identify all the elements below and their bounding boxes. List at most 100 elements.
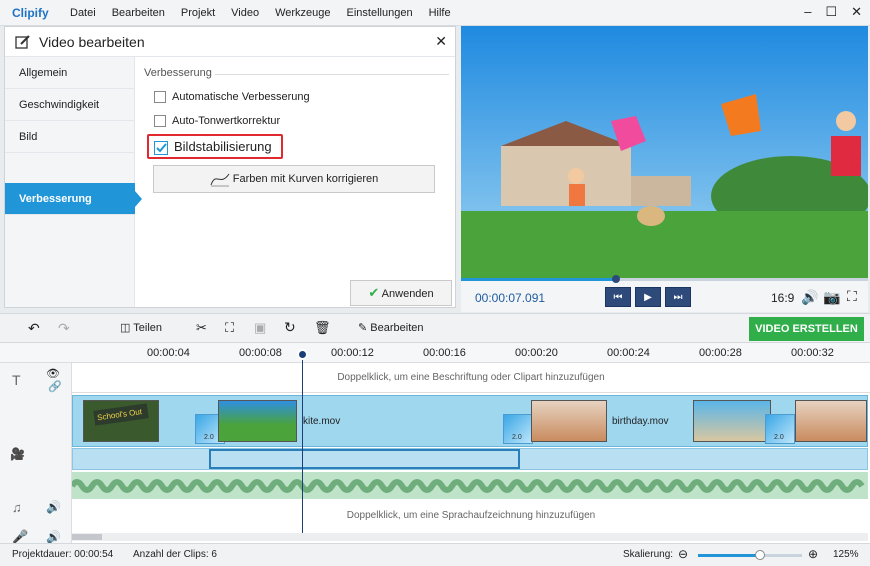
previous-frame-button[interactable]: ⏮ [605, 287, 631, 307]
player-controls: 00:00:07.091 ⏮ ▶ ⏭ 16:9 🔊 📷 ⛶ [461, 275, 868, 312]
close-window-button[interactable]: ✕ [851, 4, 862, 20]
panel-close-button[interactable]: ✕ [435, 33, 447, 50]
checkbox[interactable] [154, 115, 166, 128]
zoom-out-icon[interactable]: ⊖ [678, 547, 688, 561]
option-stabilization[interactable]: Bildstabilisierung [154, 139, 272, 155]
clip-count-value: 6 [211, 549, 217, 560]
tick-label: 00:00:04 [147, 347, 190, 359]
edit-button[interactable]: ✎ Bearbeiten [358, 321, 424, 334]
section-title: Verbesserung [144, 67, 212, 79]
option-auto-enhance[interactable]: Automatische Verbesserung [154, 91, 310, 104]
undo-icon[interactable]: ↶ [28, 320, 40, 337]
tick-label: 00:00:08 [239, 347, 282, 359]
menu-video[interactable]: Video [223, 7, 267, 19]
checkbox-checked[interactable] [154, 140, 168, 155]
clip-thumbnail-school[interactable]: School's Out [83, 400, 159, 442]
checkbox[interactable] [154, 91, 166, 104]
text-track-icon: T [12, 372, 21, 388]
text-track[interactable]: Doppelklick, um eine Beschriftung oder C… [72, 363, 870, 393]
voice-track[interactable]: Doppelklick, um eine Sprachaufzeichnung … [72, 501, 870, 531]
delete-icon[interactable]: 🗑 [314, 320, 331, 336]
minimize-button[interactable]: – [804, 4, 811, 20]
tab-bild[interactable]: Bild [5, 121, 135, 153]
clip-count-label: Anzahl der Clips: [133, 549, 209, 560]
voice-track-hint: Doppelklick, um eine Sprachaufzeichnung … [346, 510, 596, 521]
tab-geschwindigkeit[interactable]: Geschwindigkeit [5, 89, 135, 121]
tick-label: 00:00:24 [607, 347, 650, 359]
scrollbar-thumb[interactable] [72, 534, 102, 540]
option-auto-levels[interactable]: Auto-Tonwertkorrektur [154, 115, 280, 128]
rotate-icon[interactable]: ↻ [284, 319, 296, 336]
transition-duration: 2.0 [512, 434, 522, 441]
option-label: Automatische Verbesserung [172, 91, 310, 103]
text-track-hint: Doppelklick, um eine Beschriftung oder C… [337, 372, 605, 383]
seek-fill [461, 278, 616, 281]
tick-label: 00:00:32 [791, 347, 834, 359]
eye-icon[interactable]: 👁 [46, 367, 60, 380]
maximize-button[interactable]: ☐ [825, 4, 837, 20]
menu-einstellungen[interactable]: Einstellungen [339, 7, 421, 19]
menu-projekt[interactable]: Projekt [173, 7, 223, 19]
edit-toolbar: ↶ ↷ ◫ Teilen ✂ ⛶ ▣ ↻ 🗑 ✎ Bearbeiten VIDE… [0, 313, 870, 343]
next-frame-button[interactable]: ⏭ [665, 287, 691, 307]
curves-button-label: Farben mit Kurven korrigieren [232, 173, 379, 185]
curves-button[interactable]: Farben mit Kurven korrigieren [153, 165, 435, 193]
menu-bearbeiten[interactable]: Bearbeiten [104, 7, 173, 19]
edit-pencil-icon: ✎ [358, 322, 368, 334]
duration-value: 00:00:54 [74, 549, 114, 560]
snapshot-icon[interactable]: 📷 [823, 289, 840, 306]
fullscreen-icon[interactable]: ⛶ [847, 288, 857, 305]
selected-clip-range[interactable] [209, 449, 520, 469]
checkmark-icon [156, 142, 167, 153]
redo-icon[interactable]: ↷ [58, 320, 70, 337]
split-button[interactable]: ◫ Teilen [120, 321, 162, 334]
tick-label: 00:00:16 [423, 347, 466, 359]
clip-count: Anzahl der Clips: 6 [133, 549, 217, 560]
time-display: 00:00:07.091 [475, 291, 546, 305]
video-track[interactable]: School's Out 2.0 kite.mov 2.0 birthday.m… [72, 395, 868, 447]
apply-button[interactable]: ✔ Anwenden [350, 280, 452, 306]
tab-allgemein[interactable]: Allgemein [5, 57, 135, 89]
volume-icon[interactable]: 🔊 [801, 289, 818, 306]
clip-thumbnail-birthday[interactable] [531, 400, 607, 442]
window-controls: – ☐ ✕ [804, 4, 862, 20]
cut-icon[interactable]: ✂ [196, 320, 207, 336]
zoom-in-icon[interactable]: ⊕ [808, 547, 818, 561]
music-volume-icon[interactable]: 🔊 [46, 500, 61, 514]
tick-label: 00:00:28 [699, 347, 742, 359]
create-video-button[interactable]: VIDEO ERSTELLEN [749, 317, 864, 341]
zoom-label: Skalierung: [623, 549, 674, 560]
menu-datei[interactable]: Datei [62, 7, 104, 19]
menu-werkzeuge[interactable]: Werkzeuge [267, 7, 338, 19]
play-button[interactable]: ▶ [635, 287, 661, 307]
music-track[interactable] [69, 472, 868, 499]
aspect-ratio[interactable]: 16:9 [771, 291, 794, 305]
check-icon: ✔ [368, 285, 380, 300]
zoom-slider-fill [698, 554, 761, 557]
playhead-handle[interactable] [297, 349, 308, 360]
time-ruler[interactable]: 00:00:04 00:00:08 00:00:12 00:00:16 00:0… [0, 343, 870, 363]
clip-label-kite: kite.mov [303, 416, 341, 427]
clip-effects-row[interactable] [72, 448, 868, 470]
clip-label-birthday: birthday.mov [612, 416, 669, 427]
crop-icon[interactable]: ⛶ [225, 320, 234, 336]
video-track-icon: 🎥 [10, 447, 25, 461]
edit-icon [15, 35, 30, 49]
track-headers: T 👁 🔗 🎥 ♫ 🔊 🎤 🔊 [0, 363, 72, 544]
video-preview[interactable] [461, 26, 868, 278]
duration-label: Projektdauer: [12, 549, 72, 560]
zoom-value: 125% [833, 549, 859, 560]
app-logo: Clipify [12, 6, 49, 20]
clip-thumbnail-kite[interactable] [218, 400, 297, 442]
clip-thumbnail-beach[interactable] [693, 400, 771, 442]
seek-handle[interactable] [611, 275, 620, 283]
timeline-scrollbar[interactable] [72, 533, 868, 541]
link-icon[interactable]: 🔗 [48, 380, 62, 393]
frame-icon[interactable]: ▣ [254, 320, 266, 336]
panel-header: Video bearbeiten ✕ [5, 27, 455, 57]
tab-verbesserung[interactable]: Verbesserung [5, 183, 135, 215]
voice-volume-icon[interactable]: 🔊 [46, 530, 61, 544]
zoom-slider-handle[interactable] [755, 550, 766, 560]
clip-thumbnail-family[interactable] [795, 400, 867, 442]
menu-hilfe[interactable]: Hilfe [421, 7, 459, 19]
